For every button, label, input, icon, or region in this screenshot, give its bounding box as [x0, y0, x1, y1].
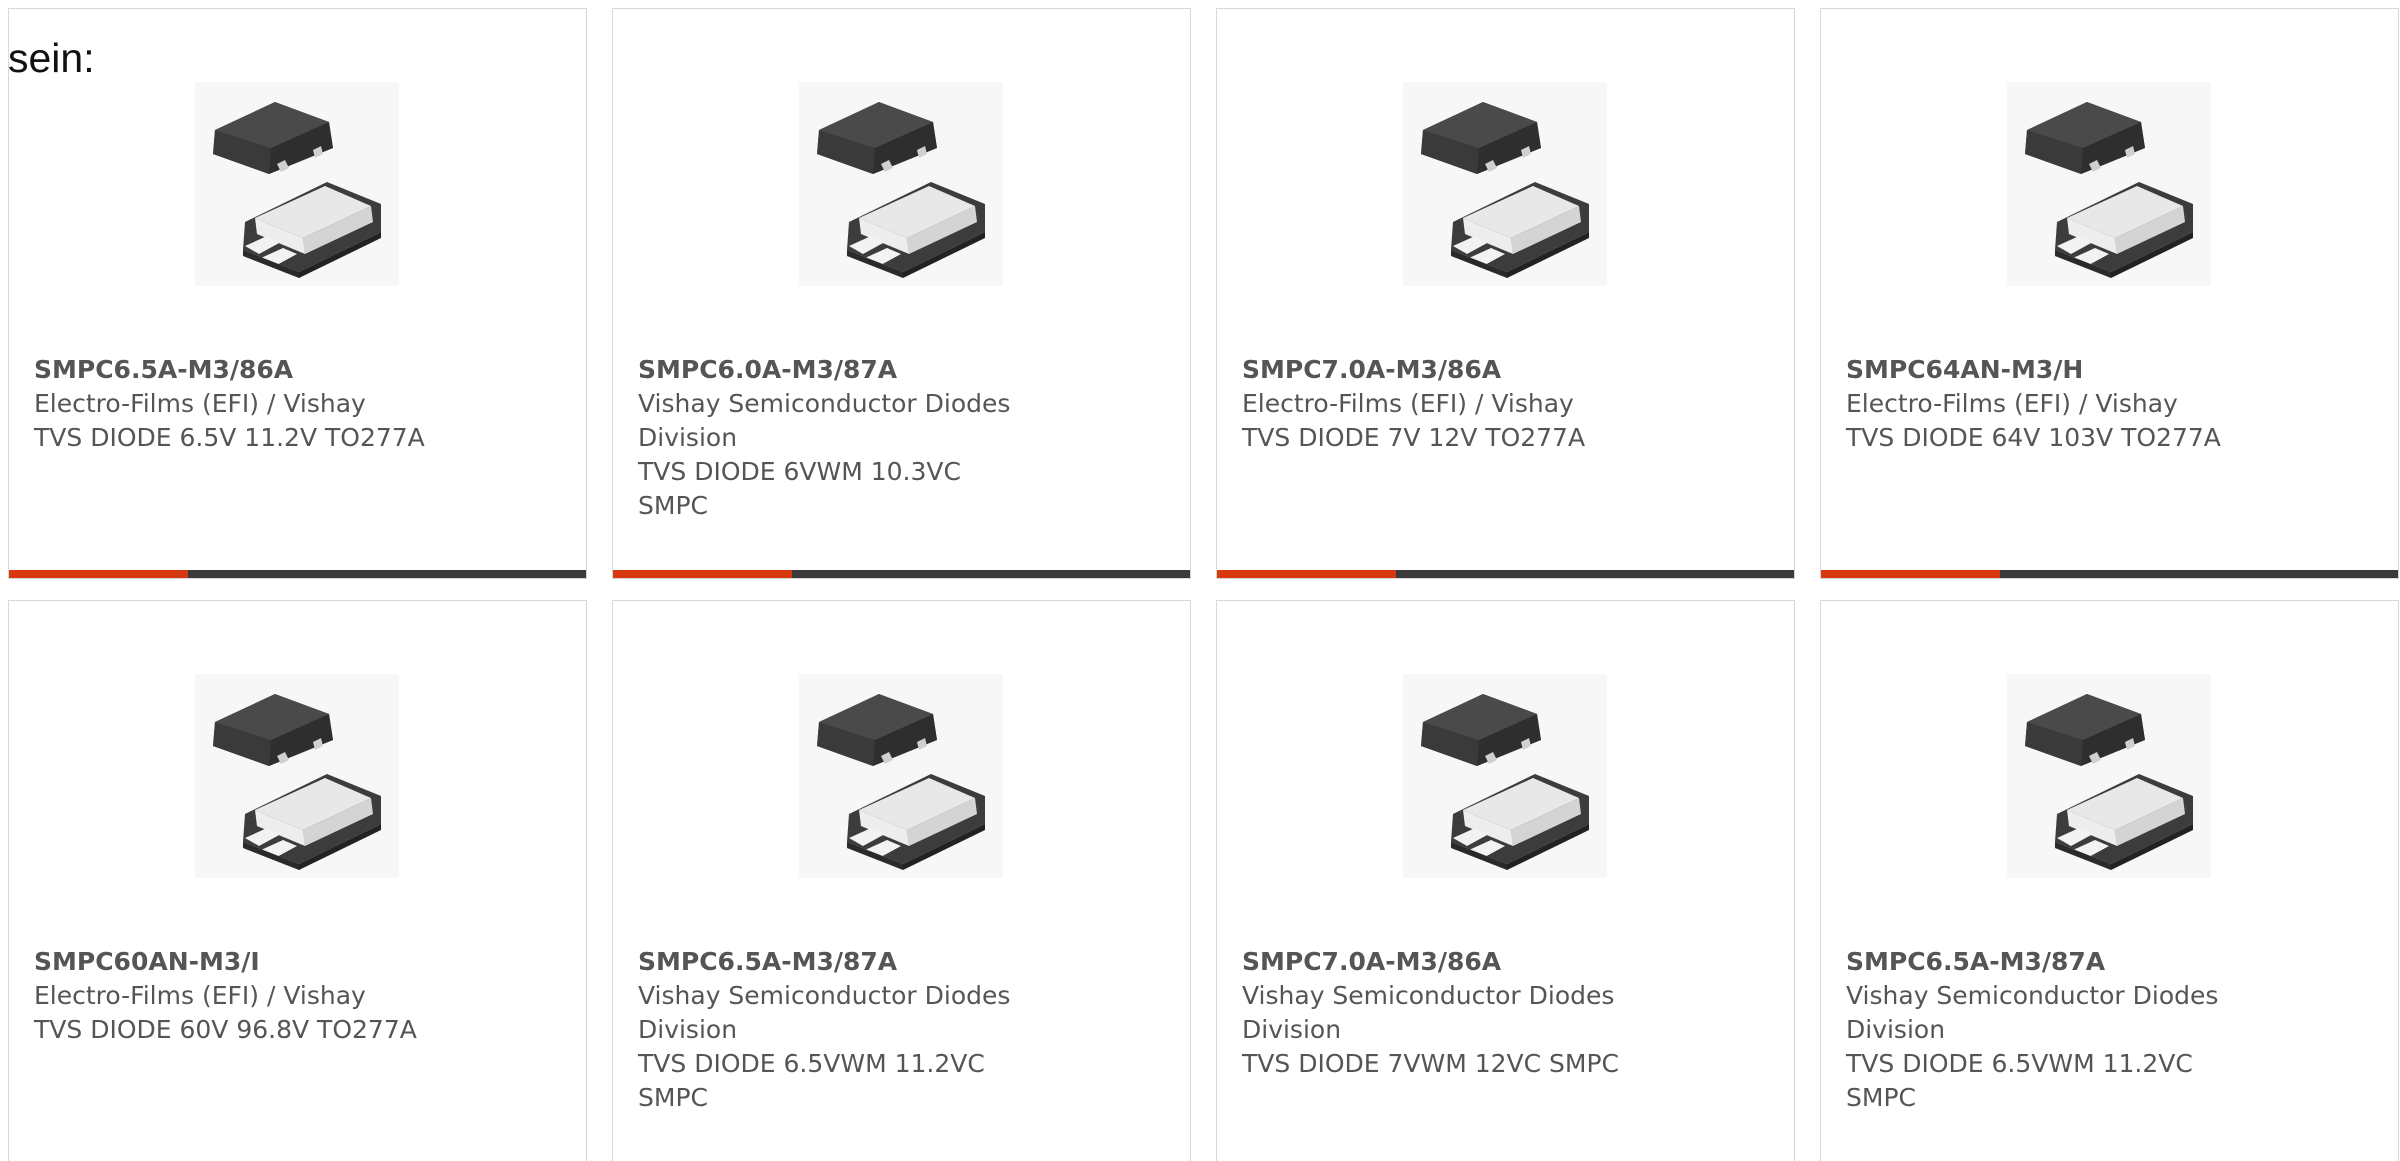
product-grid: SMPC6.5A-M3/86A Electro-Films (EFI) / Vi… [8, 8, 2399, 1161]
part-number[interactable]: SMPC7.0A-M3/86A [1242, 945, 1762, 979]
product-image[interactable] [195, 674, 399, 878]
manufacturer: Vishay Semiconductor Diodes Division [638, 981, 1011, 1044]
part-number[interactable]: SMPC6.5A-M3/87A [638, 945, 1158, 979]
accent-fill [1821, 570, 2000, 578]
manufacturer: Vishay Semiconductor Diodes Division [1846, 981, 2219, 1044]
card-accent-bar [1217, 570, 1794, 578]
product-card[interactable]: SMPC60AN-M3/I Electro-Films (EFI) / Vish… [8, 600, 587, 1161]
product-card[interactable]: SMPC7.0A-M3/86A Electro-Films (EFI) / Vi… [1216, 8, 1795, 579]
part-number[interactable]: SMPC6.5A-M3/86A [34, 353, 554, 387]
card-accent-bar [9, 570, 586, 578]
product-card[interactable]: SMPC6.5A-M3/87A Vishay Semiconductor Dio… [1820, 600, 2399, 1161]
part-number[interactable]: SMPC7.0A-M3/86A [1242, 353, 1762, 387]
product-info: SMPC6.5A-M3/87A Vishay Semiconductor Dio… [638, 945, 1158, 1115]
part-number[interactable]: SMPC6.5A-M3/87A [1846, 945, 2366, 979]
product-image[interactable] [1403, 82, 1607, 286]
product-info: SMPC6.5A-M3/87A Vishay Semiconductor Dio… [1846, 945, 2366, 1115]
product-info: SMPC60AN-M3/I Electro-Films (EFI) / Vish… [34, 945, 554, 1047]
description: TVS DIODE 60V 96.8V TO277A [34, 1015, 417, 1044]
product-image[interactable] [799, 82, 1003, 286]
product-card[interactable]: SMPC64AN-M3/H Electro-Films (EFI) / Vish… [1820, 8, 2399, 579]
accent-fill [613, 570, 792, 578]
description: TVS DIODE 7VWM 12VC SMPC [1242, 1049, 1620, 1078]
card-accent-bar [613, 570, 1190, 578]
manufacturer: Electro-Films (EFI) / Vishay [34, 981, 366, 1010]
accent-fill [9, 570, 188, 578]
manufacturer: Vishay Semiconductor Diodes Division [638, 389, 1011, 452]
product-image[interactable] [2007, 82, 2211, 286]
product-image[interactable] [799, 674, 1003, 878]
card-accent-bar [1821, 570, 2398, 578]
page: sein: SMPC6.5A-M3/86A Electro-Films (EFI… [0, 0, 2400, 1161]
description: TVS DIODE 64V 103V TO277A [1846, 423, 2221, 452]
manufacturer: Electro-Films (EFI) / Vishay [1242, 389, 1574, 418]
manufacturer: Electro-Films (EFI) / Vishay [1846, 389, 2178, 418]
product-card[interactable]: SMPC6.5A-M3/86A Electro-Films (EFI) / Vi… [8, 8, 587, 579]
product-info: SMPC7.0A-M3/86A Vishay Semiconductor Dio… [1242, 945, 1762, 1081]
part-number[interactable]: SMPC60AN-M3/I [34, 945, 554, 979]
description: TVS DIODE 7V 12V TO277A [1242, 423, 1586, 452]
description: TVS DIODE 6.5VWM 11.2VC SMPC [1846, 1049, 2193, 1112]
product-info: SMPC6.5A-M3/86A Electro-Films (EFI) / Vi… [34, 353, 554, 455]
product-info: SMPC6.0A-M3/87A Vishay Semiconductor Dio… [638, 353, 1158, 523]
part-number[interactable]: SMPC64AN-M3/H [1846, 353, 2366, 387]
product-info: SMPC64AN-M3/H Electro-Films (EFI) / Vish… [1846, 353, 2366, 455]
product-card[interactable]: SMPC6.0A-M3/87A Vishay Semiconductor Dio… [612, 8, 1191, 579]
product-card[interactable]: SMPC7.0A-M3/86A Vishay Semiconductor Dio… [1216, 600, 1795, 1161]
description: TVS DIODE 6VWM 10.3VC SMPC [638, 457, 961, 520]
product-info: SMPC7.0A-M3/86A Electro-Films (EFI) / Vi… [1242, 353, 1762, 455]
manufacturer: Vishay Semiconductor Diodes Division [1242, 981, 1615, 1044]
product-card[interactable]: SMPC6.5A-M3/87A Vishay Semiconductor Dio… [612, 600, 1191, 1161]
product-image[interactable] [1403, 674, 1607, 878]
intro-text: sein: [8, 35, 95, 81]
product-image[interactable] [195, 82, 399, 286]
description: TVS DIODE 6.5VWM 11.2VC SMPC [638, 1049, 985, 1112]
product-image[interactable] [2007, 674, 2211, 878]
manufacturer: Electro-Films (EFI) / Vishay [34, 389, 366, 418]
accent-fill [1217, 570, 1396, 578]
part-number[interactable]: SMPC6.0A-M3/87A [638, 353, 1158, 387]
description: TVS DIODE 6.5V 11.2V TO277A [34, 423, 425, 452]
